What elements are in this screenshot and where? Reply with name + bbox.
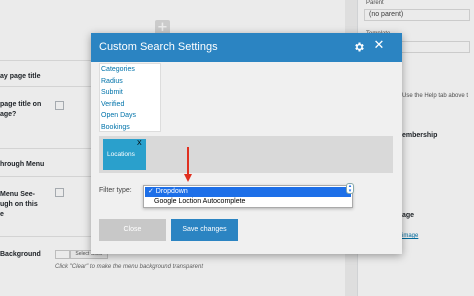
field-item-bookings[interactable]: Bookings [100,122,160,134]
save-changes-button[interactable]: Save changes [171,219,238,241]
filter-type-dropdown[interactable]: ✓ Dropdown Google Loction Autocomplete [143,185,353,208]
active-fields-drop-area: Locations X [99,136,393,173]
field-item-verified[interactable]: Verified [100,99,160,111]
field-item-categories[interactable]: Categories [100,64,160,76]
filter-type-label: Filter type: [99,187,132,194]
locations-label: Locations [107,151,135,158]
close-button[interactable]: Close [99,219,166,241]
available-fields-list: Categories Radius Submit Verified Open D… [99,63,161,132]
custom-search-settings-modal: Custom Search Settings ✕ Categories Radi… [91,33,402,254]
field-item-radius[interactable]: Radius [100,76,160,88]
option-dropdown[interactable]: ✓ Dropdown [145,187,351,197]
locations-field-tile[interactable]: Locations X [103,139,146,170]
modal-header: Custom Search Settings ✕ [91,33,402,62]
modal-title: Custom Search Settings [99,41,218,53]
option-google-autocomplete[interactable]: Google Loction Autocomplete [145,197,351,207]
gear-icon[interactable] [353,41,365,53]
remove-field-icon[interactable]: X [137,140,142,148]
close-icon[interactable]: ✕ [372,39,386,53]
select-chevron-icon[interactable]: ▴ ▾ [346,183,354,194]
field-item-open-days[interactable]: Open Days [100,110,160,122]
field-item-submit[interactable]: Submit [100,87,160,99]
